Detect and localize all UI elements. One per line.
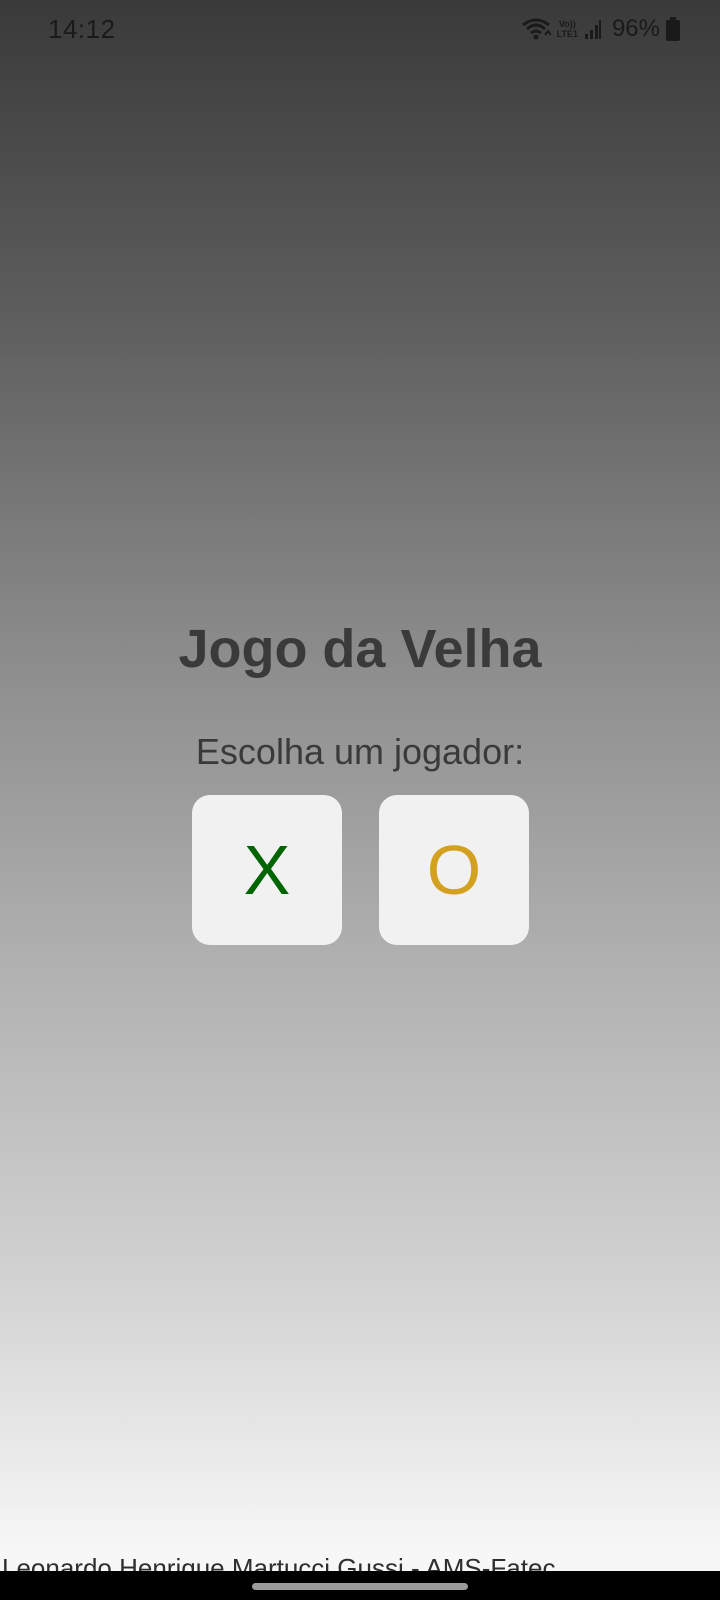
choose-x-button[interactable]: X bbox=[192, 795, 342, 945]
status-bar: 14:12 Vo)) LTE1 96% bbox=[0, 0, 720, 58]
battery-percent: 96% bbox=[611, 15, 660, 42]
game-title: Jogo da Velha bbox=[178, 619, 542, 679]
status-time: 14:12 bbox=[48, 14, 116, 44]
wifi-icon bbox=[521, 17, 551, 41]
status-icons: Vo)) LTE1 96% bbox=[521, 12, 680, 46]
choose-player-prompt: Escolha um jogador: bbox=[195, 731, 525, 772]
choice-o-label: O bbox=[426, 831, 482, 909]
signal-icon bbox=[584, 18, 602, 40]
choice-x-label: X bbox=[243, 831, 291, 909]
home-gesture-handle[interactable] bbox=[252, 1583, 468, 1590]
choose-o-button[interactable]: O bbox=[379, 795, 529, 945]
battery-icon bbox=[666, 17, 680, 41]
navigation-bar bbox=[0, 1571, 720, 1600]
lte-indicator: Vo)) LTE1 bbox=[556, 19, 578, 39]
